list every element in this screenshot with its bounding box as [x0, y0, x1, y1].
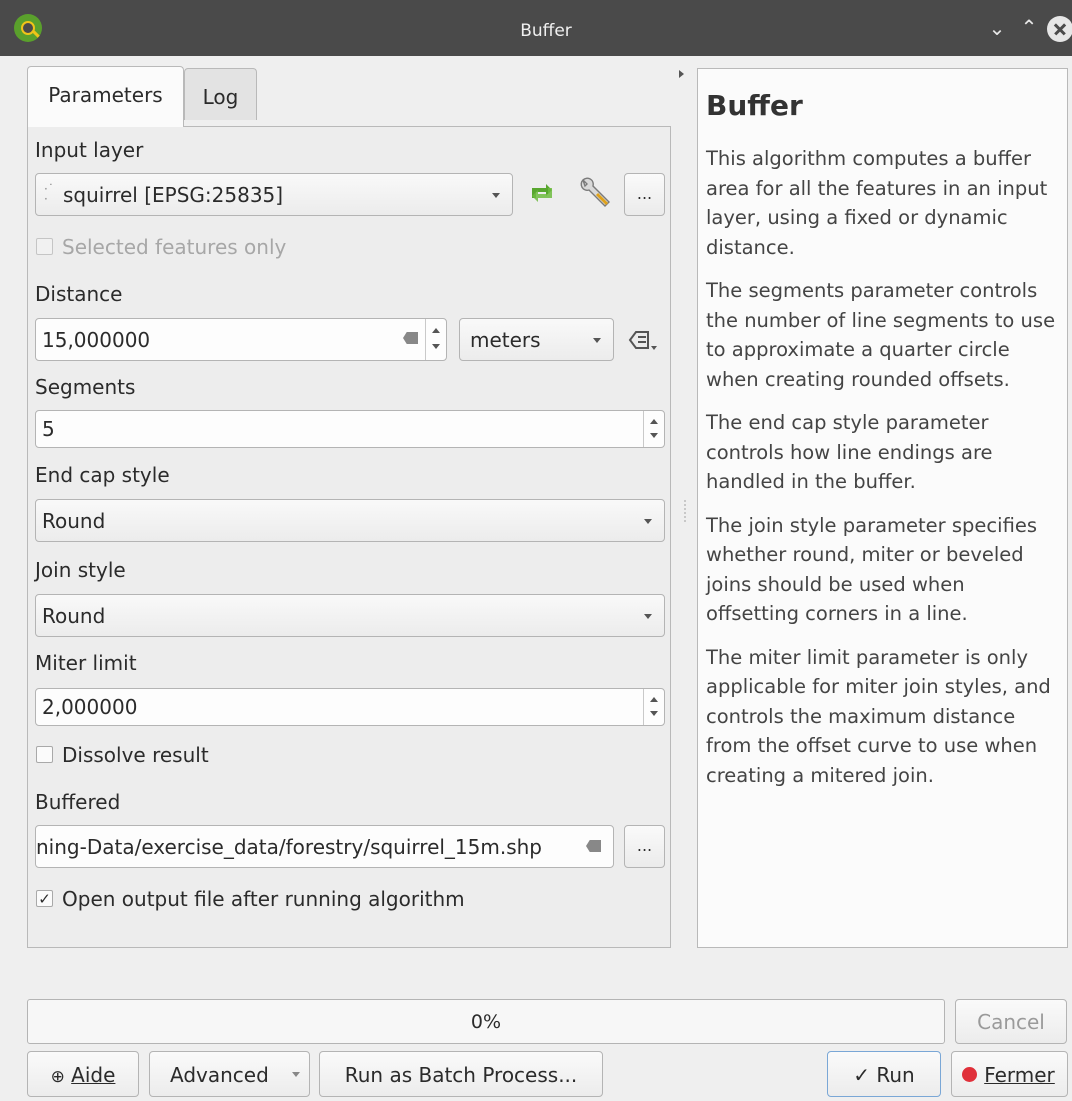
help-icon: ⊕ [50, 1067, 65, 1087]
distance-unit-value: meters [470, 327, 541, 352]
maximize-icon[interactable]: ⌃ [1015, 13, 1043, 41]
collapse-help-arrow-icon[interactable] [679, 70, 684, 78]
advanced-button[interactable]: Advanced [149, 1051, 310, 1097]
help-paragraph: This algorithm computes a buffer area fo… [706, 147, 1048, 259]
close-button-label: Fermer [984, 1063, 1055, 1087]
splitter-handle[interactable] [684, 500, 686, 522]
close-circle-icon [962, 1067, 977, 1082]
segments-spinner[interactable] [643, 411, 664, 447]
chevron-down-icon [292, 1072, 300, 1077]
progress-bar: 0% [27, 999, 945, 1044]
open-output-checkbox[interactable]: ✓ [36, 890, 53, 907]
run-batch-button[interactable]: Run as Batch Process... [319, 1051, 603, 1097]
clear-icon[interactable] [403, 332, 418, 344]
point-layer-icon: ·˙ · [44, 182, 54, 206]
clear-icon[interactable] [586, 840, 601, 852]
distance-value: 15,000000 [42, 327, 151, 352]
help-button-label: Aide [71, 1063, 116, 1087]
help-panel: Buffer This algorithm computes a buffer … [697, 68, 1068, 948]
segments-value: 5 [42, 417, 55, 441]
join-style-label: Join style [35, 558, 126, 582]
end-cap-style-combobox[interactable]: Round [35, 499, 665, 542]
end-cap-style-label: End cap style [35, 463, 170, 487]
end-cap-style-value: Round [42, 508, 106, 533]
chevron-down-icon [644, 613, 652, 619]
help-paragraph: The end cap style parameter controls how… [706, 411, 993, 493]
run-button[interactable]: ✓ Run [827, 1051, 941, 1097]
dissolve-checkbox[interactable] [36, 746, 53, 763]
miter-limit-input[interactable]: 2,000000 [35, 688, 665, 726]
distance-spinner[interactable] [425, 319, 446, 360]
close-button[interactable]: Fermer [951, 1051, 1068, 1097]
distance-label: Distance [35, 282, 123, 306]
input-layer-label: Input layer [35, 138, 144, 162]
minimize-icon[interactable]: ⌄ [983, 14, 1011, 42]
wrench-icon[interactable] [575, 174, 615, 210]
buffered-browse-button[interactable]: ... [624, 825, 665, 868]
selected-features-label: Selected features only [62, 235, 287, 259]
join-style-combobox[interactable]: Round [35, 594, 665, 637]
miter-limit-value: 2,000000 [42, 695, 138, 719]
segments-input[interactable]: 5 [35, 410, 665, 448]
miter-limit-label: Miter limit [35, 651, 137, 675]
chevron-down-icon [593, 337, 601, 343]
dissolve-label: Dissolve result [62, 743, 209, 767]
buffered-label: Buffered [35, 790, 121, 814]
advanced-button-label: Advanced [170, 1063, 269, 1087]
distance-input[interactable]: 15,000000 [35, 318, 447, 361]
cancel-button[interactable]: Cancel [955, 999, 1067, 1044]
help-button[interactable]: ⊕ Aide [27, 1051, 139, 1097]
distance-unit-combobox[interactable]: meters [459, 318, 614, 361]
help-title: Buffer [706, 89, 803, 122]
miter-limit-spinner[interactable] [643, 689, 664, 725]
selected-features-checkbox[interactable] [36, 238, 53, 255]
checkmark-icon: ✓ [853, 1063, 871, 1087]
data-defined-override-icon[interactable] [626, 326, 662, 354]
tab-parameters[interactable]: Parameters [27, 66, 184, 127]
window-close-icon[interactable] [1047, 16, 1072, 42]
input-layer-combobox[interactable]: ·˙ · squirrel [EPSG:25835] [35, 173, 513, 216]
chevron-down-icon [492, 192, 500, 198]
help-paragraph: The segments parameter controls the numb… [706, 279, 1056, 391]
open-output-label: Open output file after running algorithm [62, 887, 465, 911]
window-title: Buffer [520, 21, 572, 41]
segments-label: Segments [35, 375, 136, 399]
run-button-label: Run [876, 1063, 915, 1087]
iterate-icon[interactable] [525, 176, 559, 210]
input-layer-value: squirrel [EPSG:25835] [63, 182, 284, 207]
chevron-down-icon [644, 518, 652, 524]
input-layer-browse-button[interactable]: ... [624, 173, 665, 216]
help-paragraph: The join style parameter specifies wheth… [706, 513, 1038, 626]
help-paragraph: The miter limit parameter is only applic… [706, 645, 1051, 787]
buffered-output-value: ning-Data/exercise_data/forestry/squirre… [36, 834, 543, 859]
tab-log[interactable]: Log [184, 68, 257, 120]
buffered-output-input[interactable]: ning-Data/exercise_data/forestry/squirre… [35, 825, 614, 868]
join-style-value: Round [42, 603, 106, 628]
